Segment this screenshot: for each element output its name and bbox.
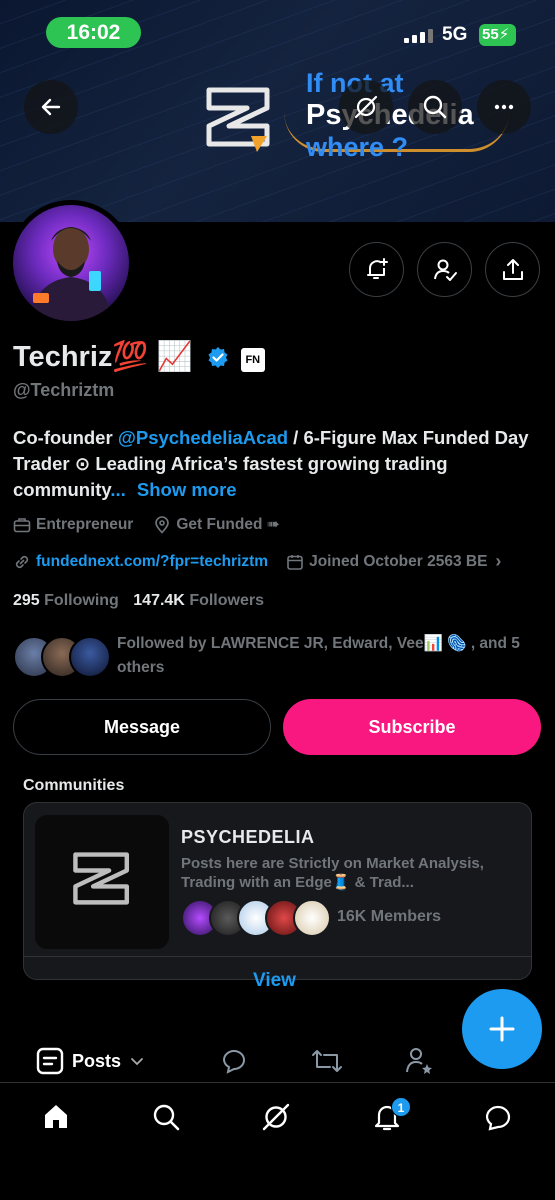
member-avatar xyxy=(293,899,331,937)
profile-website-link[interactable]: fundednext.com/?fpr=techriztm xyxy=(36,553,268,571)
community-name: PSYCHEDELIA xyxy=(181,827,315,847)
battery-indicator: 55⚡ xyxy=(479,24,516,46)
profile-bio: Co-founder @PsychedeliaAcad / 6-Figure M… xyxy=(13,425,533,503)
verified-badge-icon[interactable] xyxy=(207,346,229,368)
community-card[interactable]: PSYCHEDELIA Posts here are Strictly on M… xyxy=(23,802,532,991)
more-dots-icon xyxy=(494,104,514,110)
network-type: 5G xyxy=(442,24,468,45)
following-count: 295 xyxy=(13,592,40,609)
profile-name-row: Techriz💯 📈 FN xyxy=(13,340,265,374)
briefcase-icon xyxy=(13,517,31,532)
chevron-down-icon xyxy=(131,1058,143,1066)
psychedelia-logo-icon xyxy=(73,852,130,905)
search-button[interactable] xyxy=(408,80,462,134)
grok-button[interactable] xyxy=(339,80,393,134)
reply-icon xyxy=(222,1050,245,1074)
location-pin-icon xyxy=(155,515,170,534)
share-button[interactable] xyxy=(485,242,540,297)
more-button[interactable] xyxy=(477,80,531,134)
profile-handle: @Techriztm xyxy=(13,380,115,400)
bottom-navigation: 1 xyxy=(0,1082,555,1200)
bio-ellipsis: ... xyxy=(110,479,126,500)
battery-level: 55 xyxy=(482,26,499,43)
tab-replies[interactable] xyxy=(220,1040,250,1082)
follow-counts: 295 Following 147.4K Followers xyxy=(13,592,264,610)
search-icon xyxy=(153,1104,180,1131)
profile-meta-row: Entrepreneur Get Funded ➠ xyxy=(13,515,280,534)
nav-search[interactable] xyxy=(136,1097,196,1137)
banner-line-3: where ? xyxy=(306,132,409,163)
notifications-subscribe-button[interactable] xyxy=(349,242,404,297)
avatar-person-icon xyxy=(29,227,113,321)
communities-heading: Communities xyxy=(23,777,125,794)
nav-grok[interactable] xyxy=(246,1097,306,1137)
subscribe-button[interactable]: Subscribe xyxy=(283,699,541,755)
grok-icon xyxy=(262,1103,290,1131)
display-name: Techriz💯 📈 xyxy=(13,341,193,373)
community-member-avatars xyxy=(181,899,331,939)
signal-icon xyxy=(404,29,433,43)
followers-label: Followers xyxy=(189,592,264,609)
following-label: Following xyxy=(44,592,119,609)
profile-category: Entrepreneur xyxy=(36,515,134,533)
profile-joined-date: Joined October 2563 BE xyxy=(309,552,488,570)
psychedelia-logo-icon xyxy=(206,87,270,152)
tab-affiliates[interactable] xyxy=(404,1040,434,1082)
plus-icon xyxy=(489,1016,515,1042)
followed-by-text[interactable]: Followed by LAWRENCE JR, Edward, Vee📊 🫆 … xyxy=(117,632,537,680)
notification-count-badge: 1 xyxy=(391,1097,411,1117)
show-more-link[interactable]: Show more xyxy=(137,479,237,500)
tab-reposts[interactable] xyxy=(310,1040,344,1082)
nav-notifications[interactable]: 1 xyxy=(357,1097,417,1137)
community-image xyxy=(35,815,169,949)
search-icon xyxy=(423,95,447,119)
tab-posts-label: Posts xyxy=(72,1050,122,1071)
community-members-count: 16K Members xyxy=(337,908,442,925)
following-status-button[interactable] xyxy=(417,242,472,297)
tab-posts[interactable]: Posts xyxy=(36,1040,145,1082)
followed-by-avatars[interactable] xyxy=(13,636,111,682)
bio-mention-link[interactable]: @PsychedeliaAcad xyxy=(118,427,288,448)
person-check-icon xyxy=(433,259,457,281)
profile-link-row: fundednext.com/?fpr=techriztm Joined Oct… xyxy=(13,551,501,572)
compose-button[interactable] xyxy=(462,989,542,1069)
calendar-icon xyxy=(287,554,303,570)
bio-prefix: Co-founder xyxy=(13,427,118,448)
following-link[interactable]: 295 Following xyxy=(13,592,119,609)
profile-avatar[interactable] xyxy=(8,200,134,326)
grok-icon xyxy=(354,95,378,119)
followers-count: 147.4K xyxy=(133,592,185,609)
follower-avatar xyxy=(69,636,111,678)
affiliate-badge[interactable]: FN xyxy=(240,348,265,372)
bell-plus-icon xyxy=(366,257,388,279)
community-view-button[interactable]: View xyxy=(24,958,531,991)
posts-tab-icon xyxy=(36,1047,64,1075)
nav-home[interactable] xyxy=(26,1097,86,1137)
community-description: Posts here are Strictly on Market Analys… xyxy=(181,855,484,891)
view-label: View xyxy=(253,970,296,991)
back-button[interactable] xyxy=(24,80,78,134)
chevron-right-icon[interactable]: › xyxy=(495,551,501,572)
home-icon xyxy=(45,1105,67,1128)
followers-link[interactable]: 147.4K Followers xyxy=(133,592,264,609)
link-icon xyxy=(15,555,29,568)
message-button[interactable]: Message xyxy=(13,699,271,755)
profile-location: Get Funded ➠ xyxy=(176,516,280,533)
status-bar: 16:02 5G 55⚡ xyxy=(0,0,555,60)
avatar-image xyxy=(13,205,129,321)
nav-messages[interactable] xyxy=(468,1097,528,1137)
share-icon xyxy=(502,258,523,280)
repost-icon xyxy=(312,1050,342,1072)
messages-icon xyxy=(485,1105,511,1131)
back-arrow-icon xyxy=(41,98,61,116)
status-time: 16:02 xyxy=(46,17,141,48)
card-divider xyxy=(24,956,531,957)
person-star-icon xyxy=(406,1048,432,1074)
